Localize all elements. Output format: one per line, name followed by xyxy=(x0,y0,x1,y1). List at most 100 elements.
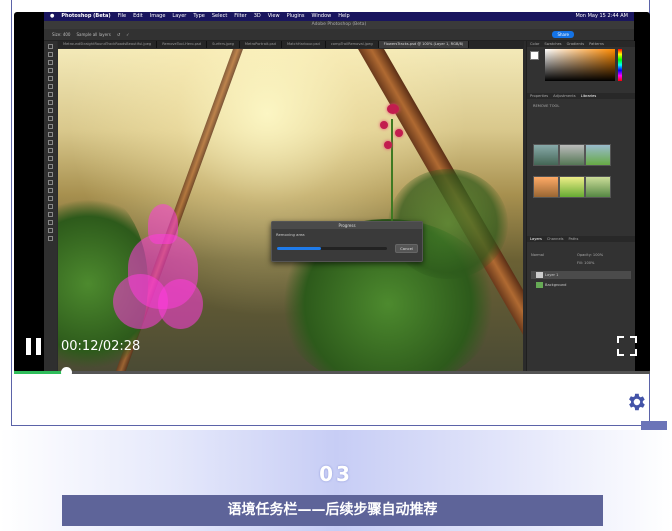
check-icon[interactable]: ✓ xyxy=(126,32,129,37)
screen-mode-icon[interactable] xyxy=(48,236,53,241)
menu-app-name[interactable]: Photoshop (Beta) xyxy=(61,12,110,21)
stem xyxy=(391,119,393,229)
blend-mode-select[interactable]: Normal xyxy=(531,253,544,257)
menu-item[interactable]: View xyxy=(268,12,280,21)
color-swatch-icon[interactable] xyxy=(48,220,53,225)
library-thumb[interactable] xyxy=(559,176,585,198)
library-thumb[interactable] xyxy=(533,176,559,198)
flower xyxy=(384,141,392,149)
path-select-icon[interactable] xyxy=(48,180,53,185)
tab-patterns[interactable]: Patterns xyxy=(589,41,604,47)
menu-item[interactable]: Select xyxy=(212,12,227,21)
tab-adjustments[interactable]: Adjustments xyxy=(553,93,576,99)
doc-tab[interactable]: RemoveTool-Hero.psd xyxy=(157,41,208,48)
menu-item[interactable]: Layer xyxy=(172,12,186,21)
tab-properties[interactable]: Properties xyxy=(530,93,548,99)
gradient-tool-icon[interactable] xyxy=(48,140,53,145)
menu-item[interactable]: Filter xyxy=(234,12,246,21)
layers-panel: Layers Channels Paths Normal Opacity: 10… xyxy=(527,236,635,296)
eraser-tool-icon[interactable] xyxy=(48,132,53,137)
brush-size[interactable]: Size: 400 xyxy=(52,32,70,37)
tab-paths[interactable]: Paths xyxy=(569,236,579,242)
tab-channels[interactable]: Channels xyxy=(547,236,564,242)
menu-item[interactable]: Help xyxy=(338,12,349,21)
eyedropper-tool-icon[interactable] xyxy=(48,92,53,97)
pause-icon[interactable] xyxy=(26,338,31,355)
move-tool-icon[interactable] xyxy=(48,44,53,49)
library-thumb[interactable] xyxy=(559,144,585,166)
doc-tab-active[interactable]: FlowersTracks.psd @ 100% (Layer 1, RGB/8… xyxy=(378,41,470,48)
menu-item[interactable]: Image xyxy=(150,12,166,21)
section-title: 语境任务栏——后续步骤自动推荐 xyxy=(62,495,603,526)
video-progress-handle[interactable] xyxy=(60,367,72,378)
video-progress-track[interactable] xyxy=(14,371,650,374)
tab-swatches[interactable]: Swatches xyxy=(544,41,561,47)
fullscreen-icon[interactable] xyxy=(616,335,638,357)
dialog-progress-bar xyxy=(277,247,387,250)
tab-layers[interactable]: Layers xyxy=(530,236,542,242)
library-name: REMOVE TOOL xyxy=(533,104,560,108)
cancel-button[interactable]: Cancel xyxy=(395,244,418,253)
brush-tool-icon[interactable] xyxy=(48,108,53,113)
quick-mask-icon[interactable] xyxy=(48,228,53,233)
doc-tab[interactable]: MetroundStraightRoundTrackRoadsBeautiful… xyxy=(58,41,158,48)
layer-row[interactable]: Layer 1 xyxy=(531,271,631,279)
menu-item[interactable]: Edit xyxy=(133,12,143,21)
tab-libraries[interactable]: Libraries xyxy=(581,93,597,99)
progress-dialog: Progress Removing area Cancel xyxy=(271,221,423,262)
layer-thumb-icon xyxy=(536,272,543,278)
menu-item[interactable]: Type xyxy=(193,12,204,21)
marquee-tool-icon[interactable] xyxy=(48,52,53,57)
more-tools-icon[interactable] xyxy=(48,212,53,217)
undo-icon[interactable]: ↺ xyxy=(117,32,120,37)
history-brush-icon[interactable] xyxy=(48,124,53,129)
right-panels: Color Swatches Gradients Patterns Proper… xyxy=(526,41,635,373)
video-player[interactable]: ● Photoshop (Beta) File Edit Image Layer… xyxy=(14,12,650,373)
shape-tool-icon[interactable] xyxy=(48,188,53,193)
options-bar: Size: 400 Sample all layers ↺ ✓ Share xyxy=(44,29,634,41)
hand-tool-icon[interactable] xyxy=(48,196,53,201)
frame-tool-icon[interactable] xyxy=(48,84,53,89)
remove-tool-icon[interactable] xyxy=(48,100,53,105)
library-thumb[interactable] xyxy=(585,144,611,166)
tools-panel xyxy=(44,41,57,373)
library-thumb[interactable] xyxy=(533,144,559,166)
apple-icon[interactable]: ● xyxy=(50,12,54,21)
zoom-tool-icon[interactable] xyxy=(48,204,53,209)
pause-icon[interactable] xyxy=(36,338,41,355)
layer-name: Background xyxy=(545,283,567,287)
sample-all-layers-checkbox[interactable]: Sample all layers xyxy=(76,32,110,37)
color-picker-field[interactable] xyxy=(545,49,615,81)
library-thumb[interactable] xyxy=(585,176,611,198)
menu-item[interactable]: File xyxy=(118,12,126,21)
document-canvas[interactable]: Progress Removing area Cancel xyxy=(58,49,523,373)
tab-color[interactable]: Color xyxy=(530,41,539,47)
blur-tool-icon[interactable] xyxy=(48,148,53,153)
lasso-tool-icon[interactable] xyxy=(48,60,53,65)
type-tool-icon[interactable] xyxy=(48,172,53,177)
photoshop-window: Adobe Photoshop (Beta) Size: 400 Sample … xyxy=(44,21,635,373)
menu-item[interactable]: Plugins xyxy=(287,12,305,21)
mac-menu-bar: ● Photoshop (Beta) File Edit Image Layer… xyxy=(44,12,634,21)
doc-tab[interactable]: MetroPortrait.psd xyxy=(240,41,282,48)
dialog-message: Removing area xyxy=(276,232,305,237)
gear-icon[interactable] xyxy=(625,391,647,413)
doc-tab[interactable]: compTrailRemoval.jpeg xyxy=(326,41,379,48)
menu-item[interactable]: Window xyxy=(312,12,332,21)
fill-field[interactable]: Fill: 100% xyxy=(577,261,594,265)
dodge-tool-icon[interactable] xyxy=(48,156,53,161)
doc-tab[interactable]: MatchHarbour.psd xyxy=(282,41,326,48)
select-tool-icon[interactable] xyxy=(48,68,53,73)
pen-tool-icon[interactable] xyxy=(48,164,53,169)
foreground-color-swatch[interactable] xyxy=(530,51,539,60)
share-button[interactable]: Share xyxy=(552,31,574,38)
opacity-field[interactable]: Opacity: 100% xyxy=(577,253,603,257)
crop-tool-icon[interactable] xyxy=(48,76,53,81)
stamp-tool-icon[interactable] xyxy=(48,116,53,121)
doc-tab[interactable]: Surfers.jpeg xyxy=(207,41,240,48)
layer-row[interactable]: Background xyxy=(531,281,631,289)
libraries-tabs: Properties Adjustments Libraries xyxy=(527,93,635,99)
tab-gradients[interactable]: Gradients xyxy=(567,41,585,47)
menu-item[interactable]: 3D xyxy=(254,12,261,21)
hue-slider[interactable] xyxy=(618,49,622,81)
